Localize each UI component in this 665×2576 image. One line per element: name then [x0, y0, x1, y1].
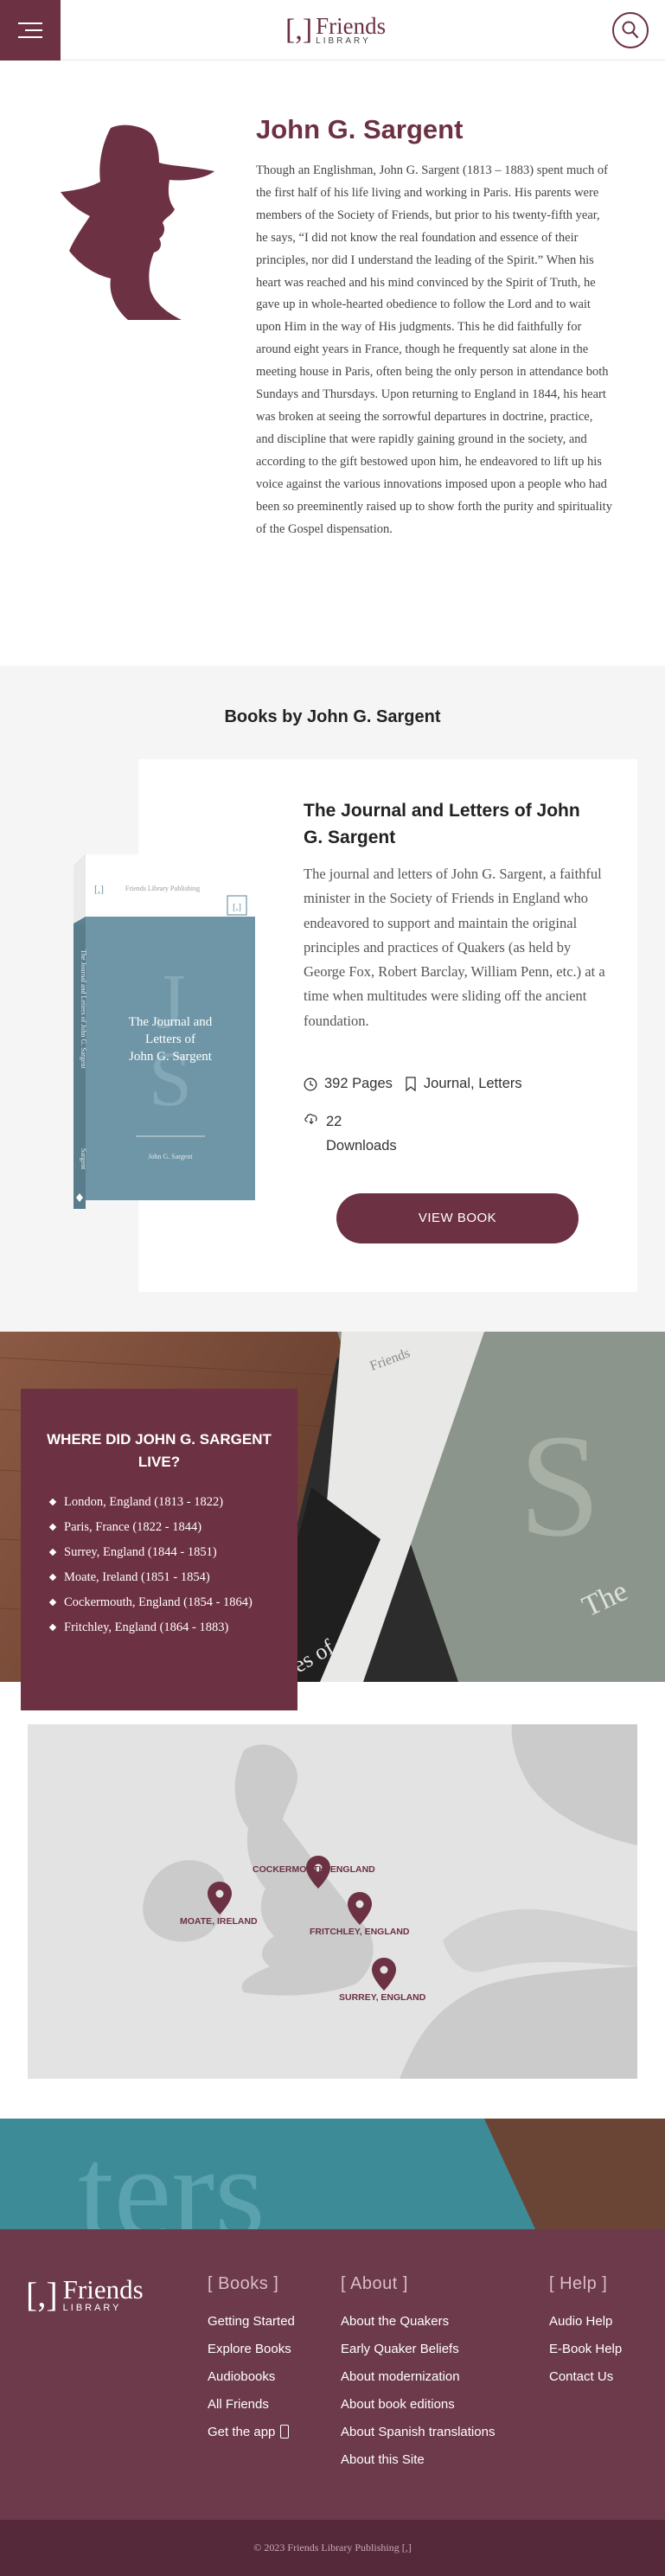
map-pin-label: FRITCHLEY, ENGLAND [310, 1927, 410, 1937]
residences-title: WHERE DID JOHN G. SARGENT LIVE? [47, 1431, 272, 1470]
residence-item: Fritchley, England (1864 - 1883) [47, 1618, 280, 1637]
footer-link-about-quakers[interactable]: About the Quakers [341, 2308, 495, 2336]
map-pin-label: MOATE, IRELAND [180, 1916, 258, 1927]
friend-bio: Though an Englishman, John G. Sargent (1… [256, 163, 612, 536]
photo-big-letter: S [519, 1404, 601, 1567]
footer-link-spanish-translations[interactable]: About Spanish translations [341, 2419, 495, 2446]
friend-silhouette-icon [61, 125, 214, 320]
book-tags: Journal, Letters [423, 1076, 522, 1091]
book-cover[interactable]: Friends Library Publishing [,] [,] J S T… [74, 854, 255, 1218]
cover-title-line3: John G. Sargent [129, 1050, 213, 1064]
books-heading: Books by John G. Sargent [224, 707, 441, 726]
view-book-button[interactable]: VIEW BOOK [336, 1193, 579, 1243]
site-logo[interactable]: [,] Friends LIBRARY [285, 10, 386, 50]
hamburger-icon [18, 36, 42, 38]
residence-item: London, England (1813 - 1822) [47, 1493, 280, 1512]
search-icon [622, 21, 639, 39]
footer-help-column: [ Help ] Audio Help E-Book Help Contact … [549, 2274, 622, 2391]
friend-name: John G. Sargent [256, 114, 464, 144]
footer-link-ebook-help[interactable]: E-Book Help [549, 2336, 622, 2363]
footer-link-quaker-beliefs[interactable]: Early Quaker Beliefs [341, 2336, 495, 2363]
residences-list: London, England (1813 - 1822) Paris, Fra… [47, 1493, 280, 1643]
footer-link-explore-books[interactable]: Explore Books [208, 2336, 295, 2363]
footer-help-heading: [ Help ] [549, 2274, 608, 2293]
cover-logo-box: [,] [233, 902, 241, 912]
book-meta: 392 Pages Journal, Letters 22 Downloads [304, 1076, 615, 1158]
residence-item: Paris, France (1822 - 1844) [47, 1518, 280, 1537]
residence-item: Cockermouth, England (1854 - 1864) [47, 1593, 280, 1612]
book-cover-art: Friends Library Publishing [,] [,] J S T… [74, 854, 255, 1209]
site-footer: [,] Friends LIBRARY [ Books ] Getting St… [0, 2229, 665, 2520]
footer-photo: ters [0, 2119, 665, 2231]
cover-author: John G. Sargent [148, 1153, 193, 1160]
book-pages: 392 Pages [324, 1076, 393, 1091]
search-button[interactable] [612, 12, 649, 48]
footer-link-get-app-label: Get the app [208, 2425, 276, 2439]
residence-item: Surrey, England (1844 - 1851) [47, 1543, 280, 1562]
hamburger-icon [18, 22, 42, 24]
books-section: Books by John G. Sargent Friends Library… [0, 666, 665, 1332]
footer-logo-word: Friends [62, 2273, 144, 2304]
footer-link-all-friends[interactable]: All Friends [208, 2391, 295, 2419]
cover-publisher: Friends Library Publishing [125, 885, 200, 892]
footer-logo-bracket: [,] [26, 2275, 58, 2314]
spine-title: The Journal and Letters of John G. Sarge… [80, 949, 87, 1069]
logo-bracket: [,] [285, 14, 313, 46]
hamburger-icon [25, 29, 42, 31]
book-downloads: 22 Downloads [326, 1114, 397, 1154]
footer-about-heading: [ About ] [341, 2274, 408, 2293]
phone-icon [280, 2425, 290, 2439]
footer-books-column: [ Books ] Getting Started Explore Books … [208, 2274, 295, 2446]
book-title[interactable]: The Journal and Letters of John G. Sarge… [304, 797, 598, 851]
footer-photo-letter: ters [78, 2120, 265, 2231]
cloud-download-icon [304, 1114, 317, 1125]
footer-link-modernization[interactable]: About modernization [341, 2363, 495, 2391]
footer-link-audio-help[interactable]: Audio Help [549, 2308, 622, 2336]
cover-title-line2: Letters of [145, 1032, 195, 1046]
map-pin-label: COCKERMOUTH, ENGLAND [253, 1864, 375, 1875]
map-pin-label: SURREY, ENGLAND [339, 1992, 426, 2003]
footer-logo[interactable]: [,] Friends LIBRARY [26, 2274, 144, 2315]
footer-link-audiobooks[interactable]: Audiobooks [208, 2363, 295, 2391]
footer-link-book-editions[interactable]: About book editions [341, 2391, 495, 2419]
menu-button[interactable] [0, 0, 61, 61]
cover-logo: [,] [94, 883, 104, 895]
residence-item: Moate, Ireland (1851 - 1854) [47, 1568, 280, 1587]
bookmark-icon [406, 1076, 416, 1091]
map-land [28, 1724, 637, 2079]
cover-title-line1: The Journal and [129, 1015, 213, 1029]
book-card: Friends Library Publishing [,] [,] J S T… [74, 759, 637, 1292]
book-description: The journal and letters of John G. Sarge… [304, 866, 605, 1029]
site-header: [,] Friends LIBRARY [0, 0, 665, 61]
footer-about-column: [ About ] About the Quakers Early Quaker… [341, 2274, 495, 2474]
footer-link-contact[interactable]: Contact Us [549, 2363, 622, 2391]
footer-logo-sub: LIBRARY [62, 2302, 122, 2313]
logo-sub: LIBRARY [316, 36, 371, 46]
footer-books-heading: [ Books ] [208, 2274, 279, 2293]
residence-map[interactable]: COCKERMOUTH, ENGLAND MOATE, IRELAND FRIT… [28, 1724, 637, 2079]
logo-word: Friends [316, 13, 387, 39]
spine-author: Sargent [80, 1148, 87, 1170]
copyright: © 2023 Friends Library Publishing [,] [0, 2520, 665, 2576]
footer-link-getting-started[interactable]: Getting Started [208, 2308, 295, 2336]
clock-icon [304, 1077, 317, 1090]
footer-link-get-app[interactable]: Get the app [208, 2419, 295, 2446]
footer-link-about-site[interactable]: About this Site [341, 2446, 495, 2474]
residences-card: WHERE DID JOHN G. SARGENT LIVE? London, … [21, 1389, 297, 1710]
